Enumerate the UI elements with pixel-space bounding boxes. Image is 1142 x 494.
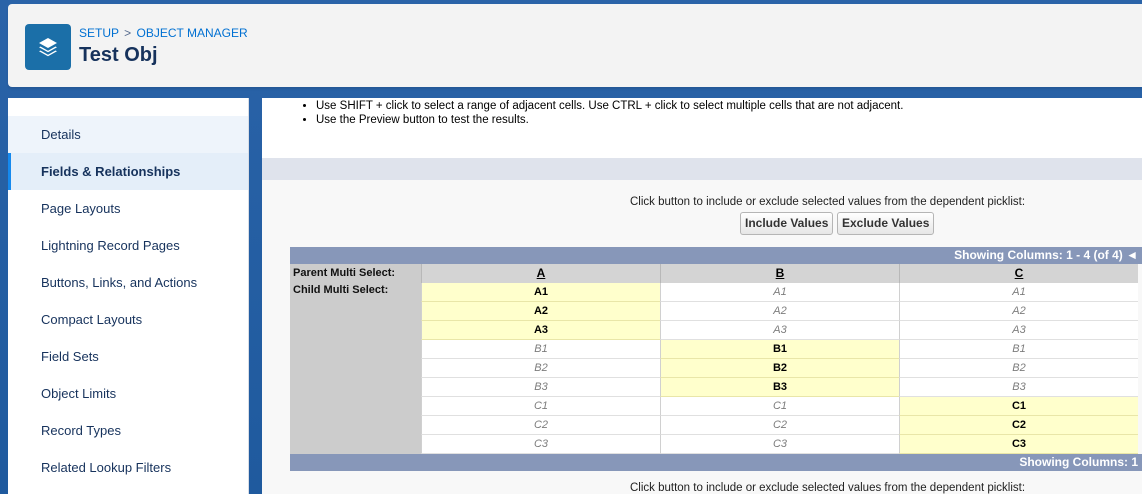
page-header: SETUP > OBJECT MANAGER Test Obj [8,4,1142,87]
matrix-cell[interactable]: C1 [421,397,660,416]
matrix-cell[interactable]: A2 [899,302,1138,321]
matrix-cell[interactable]: C1 [660,397,899,416]
sidebar-item-related-lookup-filters[interactable]: Related Lookup Filters [8,449,248,486]
main-content: Use SHIFT + click to select a range of a… [262,98,1142,494]
matrix-cell[interactable]: B2 [421,359,660,378]
column-header-1[interactable]: B [660,264,899,283]
exclude-values-button[interactable]: Exclude Values [837,212,935,235]
matrix-cell[interactable]: A2 [660,302,899,321]
matrix-cell[interactable]: A2 [421,302,660,321]
matrix-cell[interactable]: C3 [660,435,899,454]
matrix-cell[interactable]: B3 [660,378,899,397]
usage-tips: Use SHIFT + click to select a range of a… [262,98,1142,156]
matrix-cell[interactable]: A3 [421,321,660,340]
matrix-cell[interactable]: C3 [421,435,660,454]
matrix-cell[interactable]: A3 [660,321,899,340]
sidebar-item-page-layouts[interactable]: Page Layouts [8,190,248,227]
breadcrumb-setup[interactable]: SETUP [79,26,119,40]
sidebar-item-object-limits[interactable]: Object Limits [8,375,248,412]
matrix-cell[interactable]: B1 [899,340,1138,359]
column-header-2[interactable]: C [899,264,1138,283]
matrix-cell[interactable]: A1 [899,283,1138,302]
sidebar-item-details[interactable]: Details [8,116,248,153]
sidebar: Details Fields & Relationships Page Layo… [8,98,249,494]
sidebar-item-lightning-record-pages[interactable]: Lightning Record Pages [8,227,248,264]
breadcrumb-object-manager[interactable]: OBJECT MANAGER [137,26,248,40]
matrix-cell[interactable]: B2 [660,359,899,378]
parent-label: Parent Multi Select: [290,264,421,283]
breadcrumb: SETUP > OBJECT MANAGER [79,26,248,40]
matrix-cell[interactable]: B1 [421,340,660,359]
matrix-cell[interactable]: A1 [660,283,899,302]
instruction-text: Click button to include or exclude selec… [630,196,1026,208]
matrix-cell[interactable]: B3 [899,378,1138,397]
matrix-cell[interactable]: A3 [899,321,1138,340]
matrix-cell[interactable]: B2 [899,359,1138,378]
sidebar-item-fields-relationships[interactable]: Fields & Relationships [8,153,248,190]
instruction-text-bottom: Click button to include or exclude selec… [630,482,1026,494]
matrix-cell[interactable]: B1 [660,340,899,359]
layers-icon [25,24,71,70]
showing-columns-bottom: Showing Columns: 1 [290,454,1142,471]
include-values-button[interactable]: Include Values [740,212,834,235]
column-header-0[interactable]: A [421,264,660,283]
matrix-cell[interactable]: C2 [899,416,1138,435]
breadcrumb-separator: > [124,26,132,40]
section-header-band [262,158,1142,180]
dependency-matrix: Parent Multi Select: Child Multi Select:… [290,264,1142,454]
sidebar-item-buttons-links-actions[interactable]: Buttons, Links, and Actions [8,264,248,301]
matrix-cell[interactable]: A1 [421,283,660,302]
tip-preview: Use the Preview button to test the resul… [316,113,1142,127]
child-label: Child Multi Select: [290,283,421,454]
showing-columns-top: Showing Columns: 1 - 4 (of 4) ◄ [290,247,1142,264]
sidebar-item-record-types[interactable]: Record Types [8,412,248,449]
page-title: Test Obj [79,44,158,66]
sidebar-item-field-sets[interactable]: Field Sets [8,338,248,375]
matrix-cell[interactable]: B3 [421,378,660,397]
tip-shift-ctrl: Use SHIFT + click to select a range of a… [316,99,1142,113]
matrix-cell[interactable]: C1 [899,397,1138,416]
matrix-cell[interactable]: C2 [421,416,660,435]
matrix-cell[interactable]: C2 [660,416,899,435]
matrix-cell[interactable]: C3 [899,435,1138,454]
sidebar-item-compact-layouts[interactable]: Compact Layouts [8,301,248,338]
